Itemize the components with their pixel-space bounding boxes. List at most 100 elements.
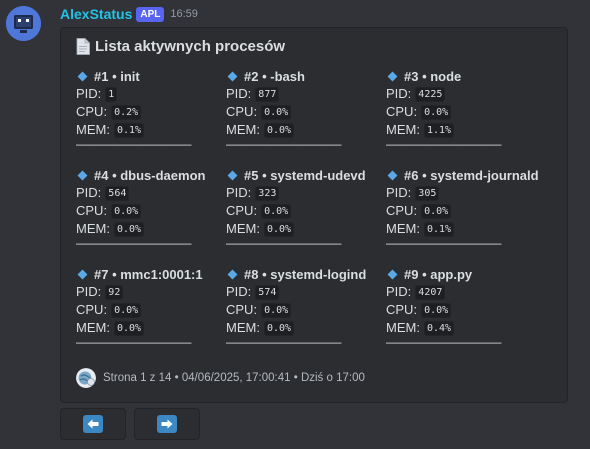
cpu-row: CPU: 0.0% <box>76 301 226 319</box>
mem-label: MEM: <box>76 221 110 236</box>
cpu-row: CPU: 0.0% <box>386 301 536 319</box>
cpu-label: CPU: <box>386 203 418 218</box>
mem-label: MEM: <box>386 122 420 137</box>
next-page-button[interactable] <box>134 408 200 440</box>
mem-row: MEM: 0.4% <box>386 319 536 337</box>
process-title: #1 • init <box>76 68 226 85</box>
pid-label: PID: <box>386 284 412 299</box>
separator-line: —————————— <box>386 139 502 151</box>
pid-label: PID: <box>386 185 412 200</box>
process-title: #4 • dbus-daemon <box>76 167 226 184</box>
separator-line: —————————— <box>226 139 342 151</box>
cpu-value: 0.0% <box>111 203 142 219</box>
mem-row: MEM: 0.0% <box>76 319 226 337</box>
footer-text: Strona 1 z 14 • 04/06/2025, 17:00:41 • D… <box>103 372 365 384</box>
mem-label: MEM: <box>226 221 260 236</box>
cpu-label: CPU: <box>226 104 258 119</box>
separator-line: —————————— <box>386 337 502 349</box>
mem-value: 0.0% <box>113 221 145 237</box>
bot-avatar[interactable] <box>6 6 41 41</box>
pid-value: 4225 <box>415 86 446 102</box>
mem-label: MEM: <box>76 320 110 335</box>
cpu-value: 0.0% <box>111 302 142 318</box>
process-field: #2 • -bash PID: 877 CPU: 0.0% MEM: 0.0% ———————… <box>226 68 376 153</box>
mem-label: MEM: <box>386 221 420 236</box>
pid-row: PID: 574 <box>226 283 376 301</box>
process-title-text: #2 • -bash <box>244 69 305 84</box>
cpu-value: 0.0% <box>421 302 452 318</box>
pid-row: PID: 1 <box>76 85 226 103</box>
process-title-text: #6 • systemd-journald <box>404 168 539 183</box>
blue-diamond-icon <box>387 269 398 280</box>
pid-value: 92 <box>105 284 124 300</box>
process-field: #9 • app.py PID: 4207 CPU: 0.0% MEM: 0.4% —————… <box>386 266 536 351</box>
cpu-row: CPU: 0.0% <box>226 103 376 121</box>
pid-value: 564 <box>105 185 130 201</box>
process-field: #1 • init PID: 1 CPU: 0.2% MEM: 0.1% —————————— <box>76 68 226 153</box>
process-title: #7 • mmc1:0001:1 <box>76 266 226 283</box>
globe-avatar-icon <box>76 368 96 388</box>
mem-label: MEM: <box>76 122 110 137</box>
embed-title-text: Lista aktywnych procesów <box>95 38 286 55</box>
pid-row: PID: 4207 <box>386 283 536 301</box>
process-title: #2 • -bash <box>226 68 376 85</box>
separator-line: —————————— <box>386 238 502 250</box>
pid-label: PID: <box>226 86 252 101</box>
blue-diamond-icon <box>77 170 88 181</box>
process-title-text: #7 • mmc1:0001:1 <box>94 267 203 282</box>
separator-line: —————————— <box>76 139 192 151</box>
message-header: AlexStatus APL 16:59 <box>60 4 198 24</box>
mem-row: MEM: 0.1% <box>76 121 226 139</box>
cpu-label: CPU: <box>386 104 418 119</box>
author-name[interactable]: AlexStatus <box>60 6 132 22</box>
process-title-text: #9 • app.py <box>404 267 473 282</box>
process-field: #3 • node PID: 4225 CPU: 0.0% MEM: 1.1% ———————… <box>386 68 536 153</box>
page-icon <box>76 38 90 55</box>
process-title: #9 • app.py <box>386 266 536 283</box>
process-title-text: #8 • systemd-logind <box>244 267 367 282</box>
mem-value: 0.1% <box>113 122 145 138</box>
process-title-text: #5 • systemd-udevd <box>244 168 366 183</box>
mem-value: 0.0% <box>263 221 295 237</box>
mem-row: MEM: 0.1% <box>386 220 536 238</box>
pid-value: 574 <box>255 284 280 300</box>
process-list-embed: Lista aktywnych procesów #1 • init PID: 1 C… <box>60 27 568 403</box>
cpu-label: CPU: <box>76 104 108 119</box>
cpu-value: 0.0% <box>261 302 292 318</box>
blue-diamond-icon <box>77 71 88 82</box>
cpu-row: CPU: 0.0% <box>226 301 376 319</box>
message-timestamp[interactable]: 16:59 <box>170 8 198 20</box>
pid-row: PID: 4225 <box>386 85 536 103</box>
mem-row: MEM: 0.0% <box>226 121 376 139</box>
cpu-row: CPU: 0.0% <box>386 202 536 220</box>
pid-row: PID: 877 <box>226 85 376 103</box>
process-title: #6 • systemd-journald <box>386 167 539 184</box>
separator-line: —————————— <box>226 337 342 349</box>
mem-value: 1.1% <box>423 122 455 138</box>
process-field: #5 • systemd-udevd PID: 323 CPU: 0.0% MEM: 0.0… <box>226 167 376 252</box>
process-title: #8 • systemd-logind <box>226 266 376 283</box>
process-title: #3 • node <box>386 68 536 85</box>
process-title-text: #3 • node <box>404 69 462 84</box>
blue-diamond-icon <box>387 170 398 181</box>
cpu-row: CPU: 0.0% <box>226 202 376 220</box>
embed-title: Lista aktywnych procesów <box>76 38 285 55</box>
process-field: #7 • mmc1:0001:1 PID: 92 CPU: 0.0% MEM: 0.0% ——… <box>76 266 226 351</box>
arrow-left-icon <box>83 415 103 433</box>
separator-line: —————————— <box>226 238 342 250</box>
pid-label: PID: <box>226 185 252 200</box>
embed-footer: Strona 1 z 14 • 04/06/2025, 17:00:41 • D… <box>76 368 365 388</box>
pid-label: PID: <box>226 284 252 299</box>
mem-label: MEM: <box>386 320 420 335</box>
cpu-label: CPU: <box>386 302 418 317</box>
blue-diamond-icon <box>227 71 238 82</box>
previous-page-button[interactable] <box>60 408 126 440</box>
pid-row: PID: 92 <box>76 283 226 301</box>
pid-value: 1 <box>105 86 118 102</box>
mem-value: 0.0% <box>113 320 145 336</box>
blue-diamond-icon <box>77 269 88 280</box>
process-title-text: #1 • init <box>94 69 140 84</box>
process-title: #5 • systemd-udevd <box>226 167 376 184</box>
pid-label: PID: <box>76 284 102 299</box>
cpu-value: 0.0% <box>261 104 292 120</box>
